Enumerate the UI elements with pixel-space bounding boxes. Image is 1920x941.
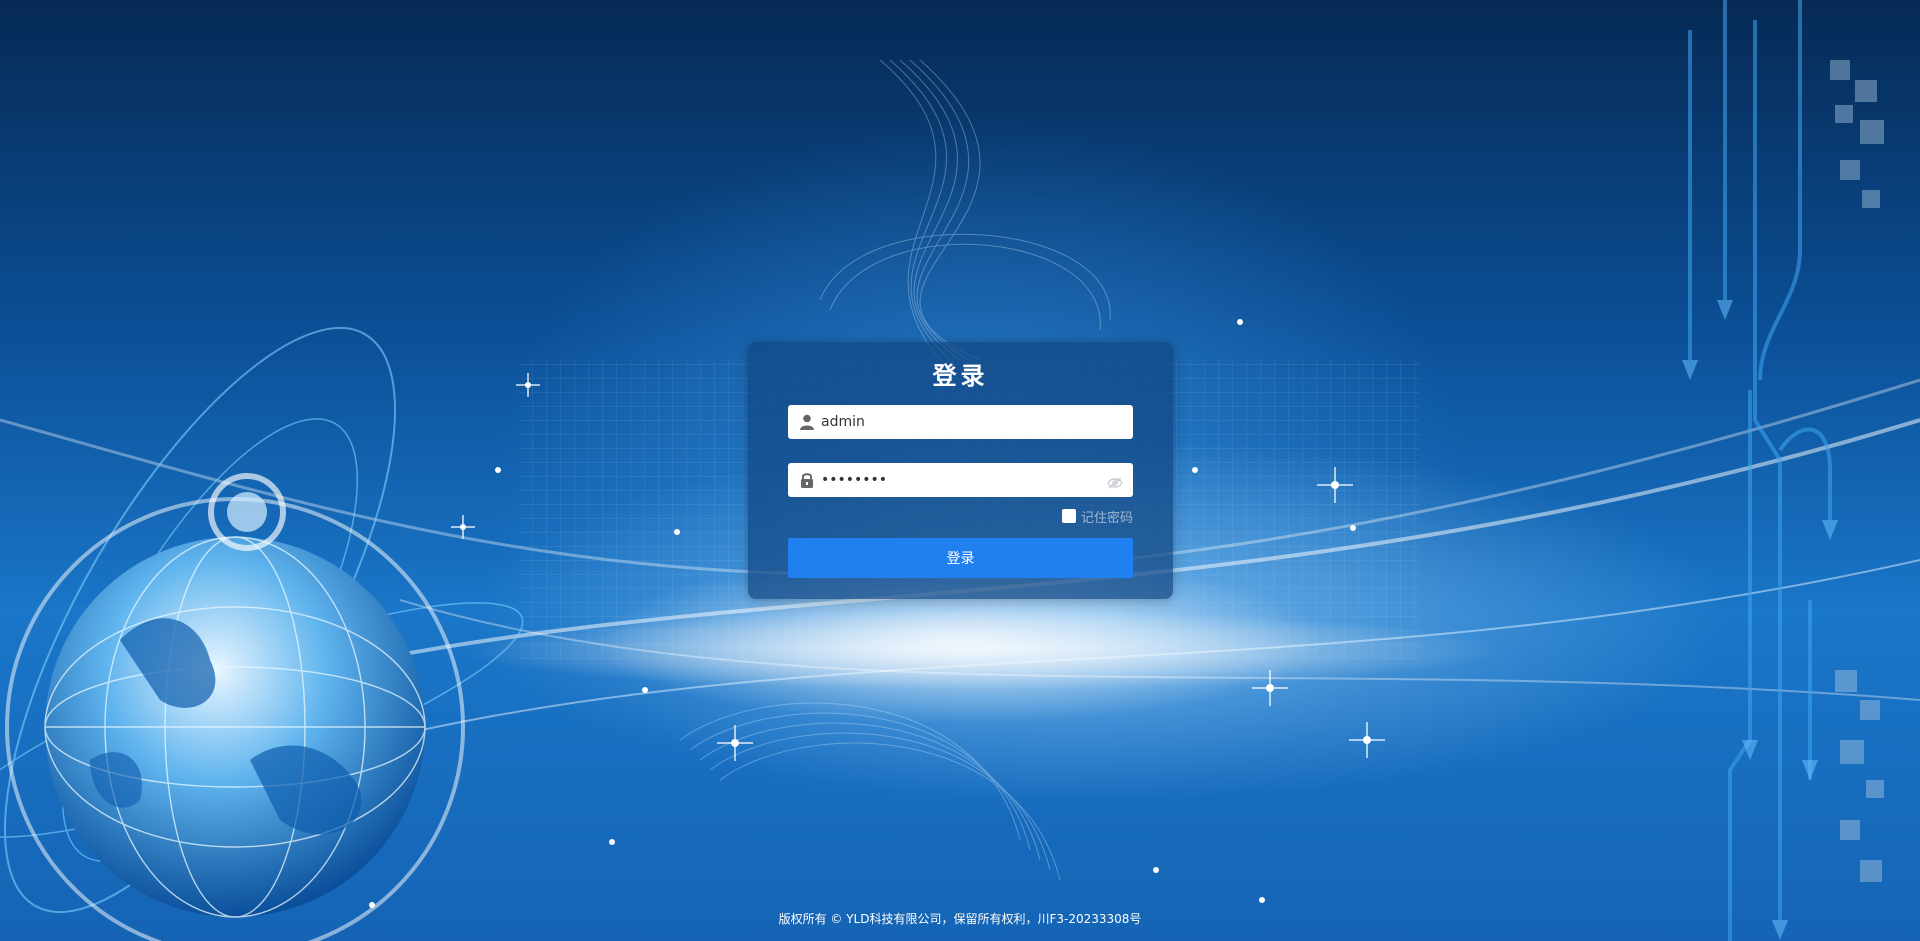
user-icon — [800, 414, 814, 430]
login-button[interactable]: 登录 — [788, 538, 1133, 578]
login-card: 登录 记住密码 登录 — [748, 342, 1173, 599]
remember-password[interactable]: 记住密码 — [1061, 507, 1133, 526]
username-input[interactable] — [821, 405, 1111, 439]
remember-checkbox[interactable] — [1061, 509, 1076, 523]
footer-copyright: 版权所有 © YLD科技有限公司，保留所有权利，川F3-20233308号 — [778, 912, 1142, 926]
username-field[interactable] — [788, 405, 1133, 439]
lock-icon — [800, 472, 814, 488]
remember-label[interactable]: 记住密码 — [1081, 507, 1133, 526]
eye-icon[interactable] — [1107, 474, 1123, 489]
password-field[interactable] — [788, 463, 1133, 497]
password-input[interactable] — [821, 463, 1111, 497]
login-title: 登录 — [932, 362, 989, 390]
